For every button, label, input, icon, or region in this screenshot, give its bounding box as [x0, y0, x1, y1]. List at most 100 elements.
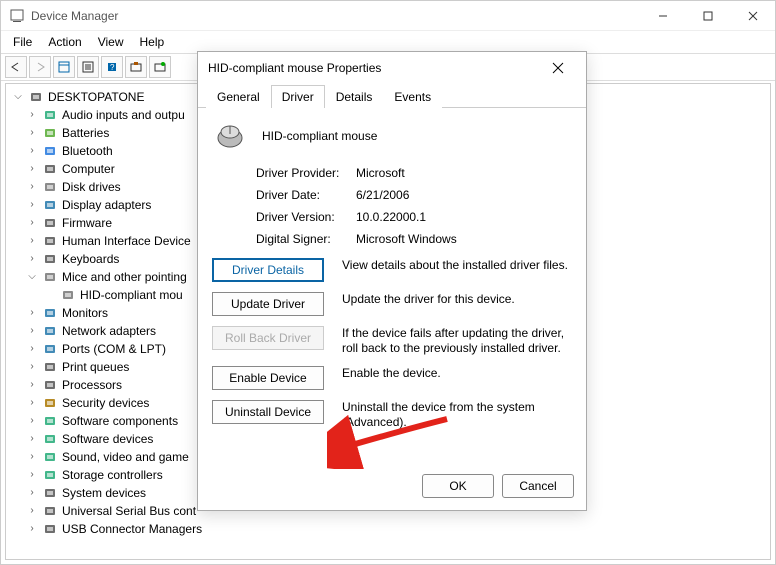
chevron-icon[interactable]: ›	[26, 196, 38, 214]
network-icon	[42, 323, 58, 339]
hid-icon	[42, 233, 58, 249]
dialog-title: HID-compliant mouse Properties	[208, 61, 540, 75]
back-button[interactable]	[5, 56, 27, 78]
info-row: Driver Date: 6/21/2006	[256, 188, 572, 202]
titlebar: Device Manager	[1, 1, 775, 31]
chevron-icon[interactable]: ›	[26, 520, 38, 538]
chevron-icon[interactable]: ›	[26, 376, 38, 394]
toolbar-icon-2[interactable]	[77, 56, 99, 78]
chevron-icon[interactable]: ›	[26, 322, 38, 340]
disk-icon	[42, 179, 58, 195]
driver-details-button[interactable]: Driver Details	[212, 258, 324, 282]
device-name: HID-compliant mouse	[262, 129, 377, 143]
mouse-icon	[212, 122, 248, 150]
swcomp-icon	[42, 413, 58, 429]
tree-item-label: Human Interface Device	[62, 232, 191, 250]
menu-view[interactable]: View	[92, 33, 130, 51]
update-driver-button[interactable]: Update Driver	[212, 292, 324, 316]
info-value: Microsoft Windows	[356, 232, 457, 246]
minimize-button[interactable]	[640, 1, 685, 31]
tree-item-label: Software devices	[62, 430, 153, 448]
tree-item-label: Disk drives	[62, 178, 121, 196]
toolbar-icon-1[interactable]	[53, 56, 75, 78]
action-row: Update Driver Update the driver for this…	[212, 292, 572, 316]
toolbar-icon-4[interactable]	[125, 56, 147, 78]
action-description: View details about the installed driver …	[342, 258, 572, 273]
dialog-tabs: General Driver Details Events	[198, 84, 586, 108]
svg-text:?: ?	[110, 63, 115, 72]
chevron-icon[interactable]: ›	[26, 160, 38, 178]
tab-events[interactable]: Events	[383, 85, 442, 108]
tree-item[interactable]: › USB Connector Managers	[8, 520, 768, 538]
dialog-close-button[interactable]	[540, 54, 576, 82]
chevron-icon[interactable]: ›	[26, 412, 38, 430]
maximize-button[interactable]	[685, 1, 730, 31]
tree-item-label: Sound, video and game	[62, 448, 189, 466]
chevron-icon[interactable]: ›	[26, 466, 38, 484]
toolbar-icon-5[interactable]	[149, 56, 171, 78]
printer-icon	[42, 359, 58, 375]
info-row: Driver Version: 10.0.22000.1	[256, 210, 572, 224]
battery-icon	[42, 125, 58, 141]
menu-help[interactable]: Help	[134, 33, 171, 51]
computer-icon	[28, 89, 44, 105]
port-icon	[42, 341, 58, 357]
tab-driver[interactable]: Driver	[271, 85, 325, 108]
storage-icon	[42, 467, 58, 483]
monitor-icon	[42, 305, 58, 321]
chevron-icon[interactable]: ›	[26, 340, 38, 358]
chevron-icon[interactable]: ›	[26, 124, 38, 142]
action-row: Driver Details View details about the in…	[212, 258, 572, 282]
action-description: Uninstall the device from the system (Ad…	[342, 400, 572, 430]
chevron-icon[interactable]: ›	[26, 250, 38, 268]
chevron-icon[interactable]: ›	[26, 106, 38, 124]
enable-device-button[interactable]: Enable Device	[212, 366, 324, 390]
tree-item-label: System devices	[62, 484, 146, 502]
tree-item-label: USB Connector Managers	[62, 520, 202, 538]
forward-button[interactable]	[29, 56, 51, 78]
chevron-icon[interactable]: ›	[26, 394, 38, 412]
chevron-icon[interactable]: ›	[26, 484, 38, 502]
tab-details[interactable]: Details	[325, 85, 384, 108]
chevron-icon[interactable]: ›	[26, 304, 38, 322]
chevron-icon[interactable]: ›	[26, 502, 38, 520]
swdev-icon	[42, 431, 58, 447]
toolbar-icon-3[interactable]: ?	[101, 56, 123, 78]
chevron-icon[interactable]: ›	[26, 178, 38, 196]
tree-item-label: Firmware	[62, 214, 112, 232]
tree-item-label: Monitors	[62, 304, 108, 322]
tree-item-label: Universal Serial Bus cont	[62, 502, 196, 520]
chevron-icon[interactable]: ›	[26, 232, 38, 250]
tab-general[interactable]: General	[206, 85, 271, 108]
chevron-icon[interactable]: ›	[26, 214, 38, 232]
tree-item-label: Keyboards	[62, 250, 119, 268]
chevron-icon[interactable]: ›	[26, 430, 38, 448]
menu-file[interactable]: File	[7, 33, 38, 51]
ok-button[interactable]: OK	[422, 474, 494, 498]
info-value: 6/21/2006	[356, 188, 409, 202]
info-label: Driver Version:	[256, 210, 356, 224]
tree-item-label: HID-compliant mou	[80, 286, 183, 304]
close-button[interactable]	[730, 1, 775, 31]
usb-icon	[42, 503, 58, 519]
uninstall-device-button[interactable]: Uninstall Device	[212, 400, 324, 424]
action-description: Update the driver for this device.	[342, 292, 572, 307]
tree-item-label: Ports (COM & LPT)	[62, 340, 166, 358]
cpu-icon	[42, 377, 58, 393]
chevron-icon[interactable]: ›	[26, 358, 38, 376]
tree-item-label: Display adapters	[62, 196, 151, 214]
chevron-icon[interactable]: ›	[26, 448, 38, 466]
chevron-icon[interactable]: ›	[26, 142, 38, 160]
usbconn-icon	[42, 521, 58, 537]
chevron-icon[interactable]: ⌵	[26, 268, 38, 286]
info-row: Digital Signer: Microsoft Windows	[256, 232, 572, 246]
cancel-button[interactable]: Cancel	[502, 474, 574, 498]
dialog-titlebar: HID-compliant mouse Properties	[198, 52, 586, 84]
info-label: Driver Provider:	[256, 166, 356, 180]
computer-icon	[42, 161, 58, 177]
tree-item-label: Audio inputs and outpu	[62, 106, 185, 124]
menu-action[interactable]: Action	[42, 33, 87, 51]
window-title: Device Manager	[31, 9, 640, 23]
chevron-down-icon[interactable]: ⌵	[12, 88, 24, 106]
menubar: File Action View Help	[1, 31, 775, 53]
